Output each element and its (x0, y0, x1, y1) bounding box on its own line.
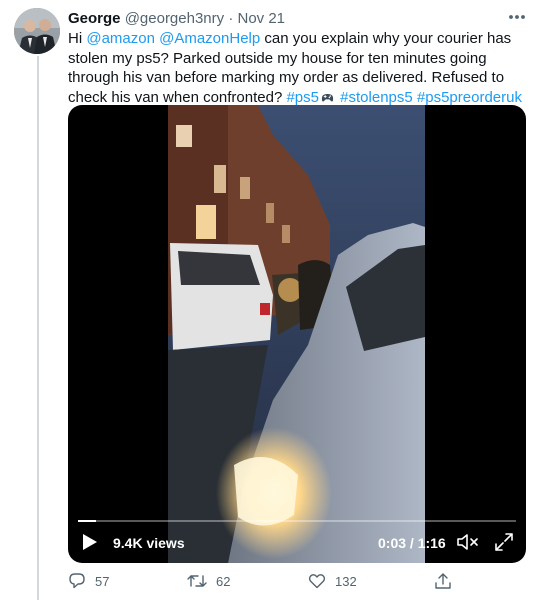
like-button[interactable]: 132 (308, 570, 357, 592)
reply-button[interactable]: 57 (68, 570, 109, 592)
retweet-icon (187, 575, 207, 587)
video-time: 0:03 / 1:16 (378, 535, 446, 551)
video-views: 9.4K views (113, 535, 185, 551)
video-progress-fill (78, 520, 96, 522)
mention-amazon[interactable]: @amazon (86, 30, 155, 47)
reply-icon (69, 573, 85, 589)
reply-count: 57 (95, 573, 110, 589)
hashtag-stolenps5[interactable]: #stolenps5 (340, 89, 413, 106)
fullscreen-icon[interactable] (494, 532, 514, 552)
like-count: 132 (335, 573, 357, 589)
gamepad-emoji-icon (321, 93, 334, 102)
video-progress-track[interactable] (78, 520, 516, 522)
author-name[interactable]: George (68, 10, 121, 27)
heart-icon (308, 574, 326, 589)
more-options-icon[interactable] (506, 10, 528, 24)
share-button[interactable] (434, 570, 461, 592)
hashtag-ps5preorderuk[interactable]: #ps5preorderuk (417, 89, 522, 106)
tweet-actions: 57 62 132 (68, 570, 524, 592)
share-icon (435, 573, 451, 589)
retweet-button[interactable]: 62 (187, 570, 230, 592)
hashtag-ps5[interactable]: #ps5 (286, 89, 319, 106)
separator-dot: · (228, 10, 234, 27)
play-icon[interactable] (82, 533, 98, 551)
thread-line (37, 56, 39, 600)
avatar-photo (14, 8, 60, 54)
tweet-date[interactable]: Nov 21 (238, 10, 286, 27)
author-handle[interactable]: @georgeh3nry (125, 10, 224, 27)
mention-amazonhelp[interactable]: @AmazonHelp (159, 30, 260, 47)
avatar[interactable] (14, 8, 60, 54)
tweet-text: Hi @amazon @AmazonHelp can you explain w… (68, 29, 524, 107)
retweet-count: 62 (216, 573, 231, 589)
text-part: Hi (68, 30, 87, 47)
video-player[interactable]: 9.4K views 0:03 / 1:16 (68, 105, 526, 563)
video-frame (168, 105, 425, 563)
tweet-header: George @georgeh3nry · Nov 21 (68, 9, 285, 28)
mute-icon[interactable] (456, 533, 480, 551)
